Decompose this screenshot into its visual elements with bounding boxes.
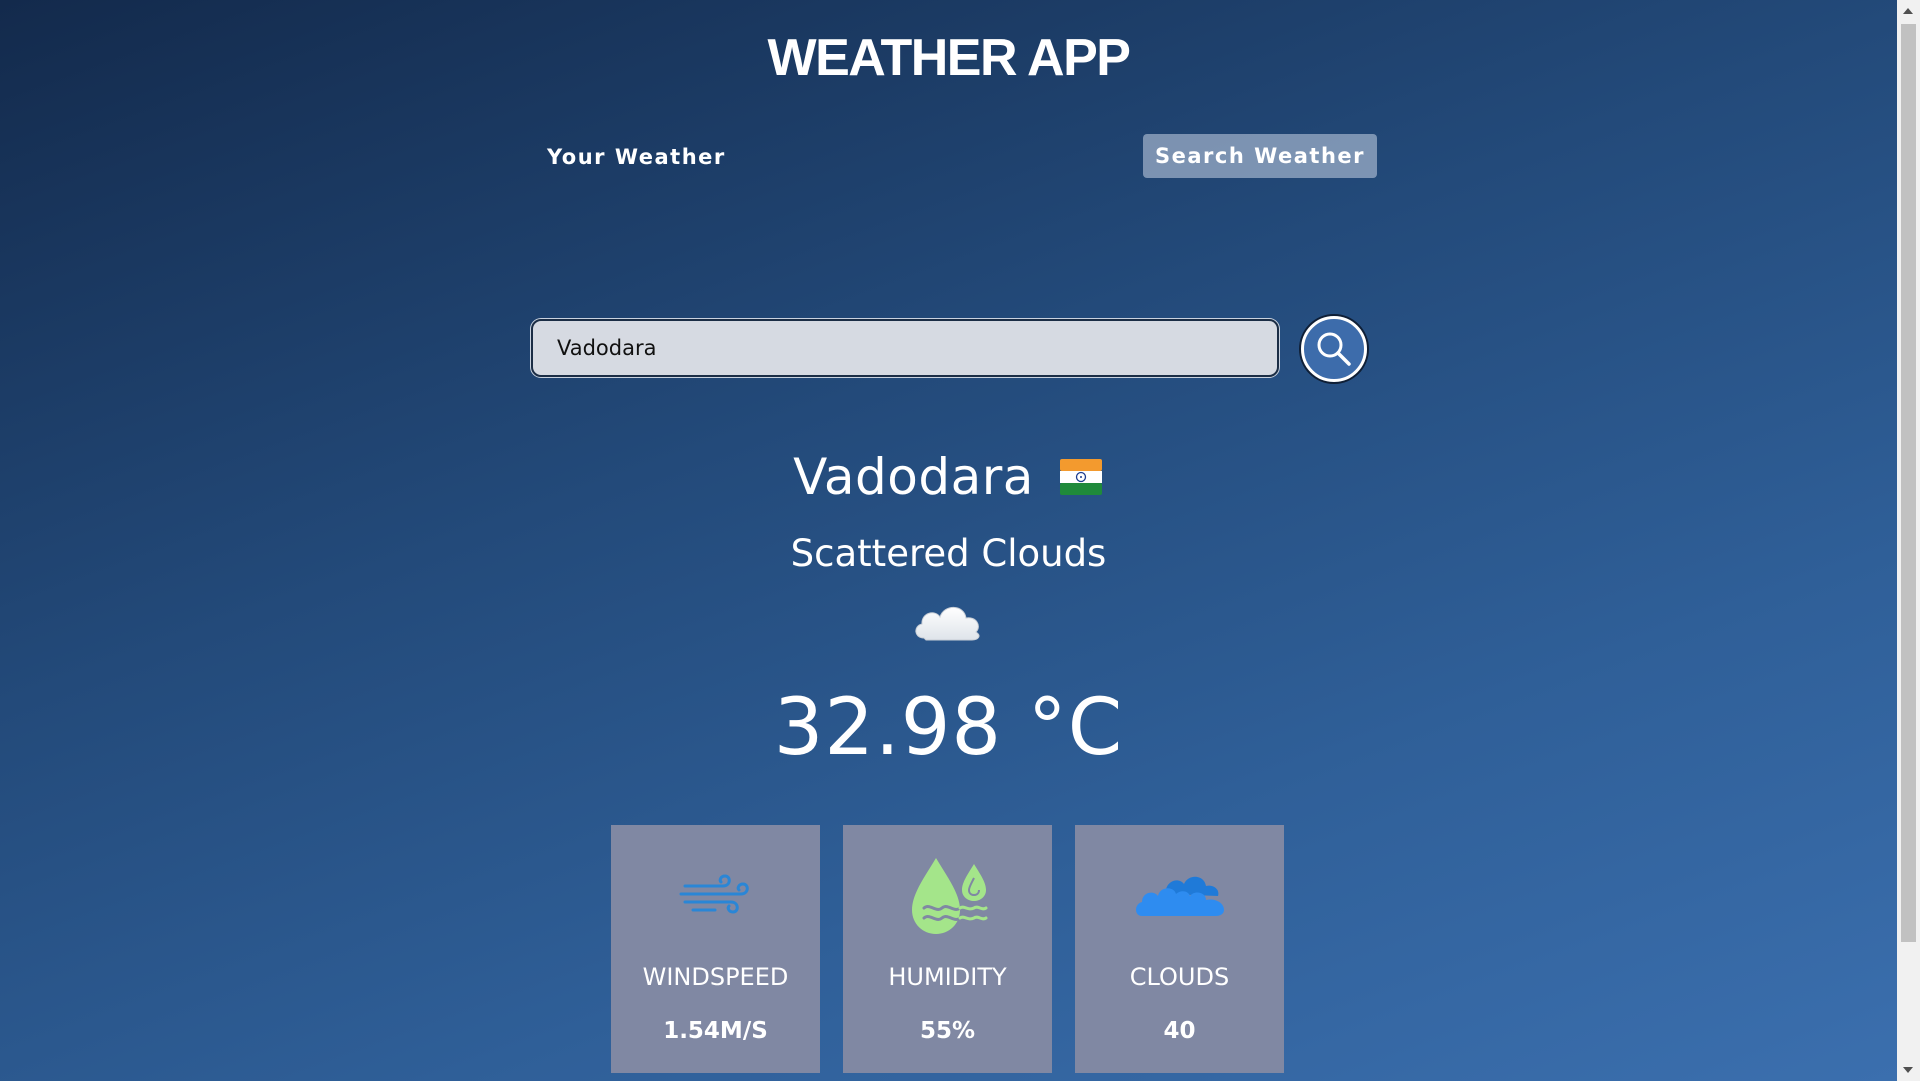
weather-app-page: WEATHER APP Your Weather Search Weather …	[0, 0, 1897, 1081]
cloud-icon	[915, 606, 980, 641]
scrollbar-thumb[interactable]	[1901, 24, 1916, 942]
temperature: 32.98 °C	[773, 683, 1124, 773]
scroll-up-arrow-icon[interactable]	[1903, 8, 1913, 14]
india-flag-icon	[1059, 459, 1102, 495]
clouds-icon	[1135, 876, 1224, 916]
app-title: WEATHER APP	[767, 29, 1131, 87]
clouds-card: CLOUDS 40	[1075, 825, 1284, 1073]
search-button[interactable]	[1301, 316, 1367, 382]
humidity-card: HUMIDITY 55%	[843, 825, 1052, 1073]
windspeed-card: WINDSPEED 1.54M/S	[611, 825, 820, 1073]
humidity-label: HUMIDITY	[888, 963, 1007, 991]
weather-description: Scattered Clouds	[790, 532, 1107, 575]
search-icon	[1317, 332, 1351, 366]
city-heading: Vadodara	[0, 448, 1897, 506]
clouds-value: 40	[1163, 1018, 1196, 1044]
city-name: Vadodara	[793, 448, 1034, 506]
windspeed-label: WINDSPEED	[642, 963, 789, 991]
vertical-scrollbar[interactable]	[1897, 0, 1920, 1081]
tab-your-weather[interactable]: Your Weather	[535, 136, 738, 178]
windspeed-value: 1.54M/S	[663, 1018, 768, 1044]
scroll-down-arrow-icon[interactable]	[1903, 1067, 1913, 1073]
wind-icon	[679, 874, 749, 914]
humidity-icon	[911, 858, 987, 934]
tab-search-weather[interactable]: Search Weather	[1143, 134, 1378, 178]
clouds-label: CLOUDS	[1129, 963, 1230, 991]
city-search-input[interactable]	[531, 319, 1279, 377]
humidity-value: 55%	[919, 1018, 976, 1044]
